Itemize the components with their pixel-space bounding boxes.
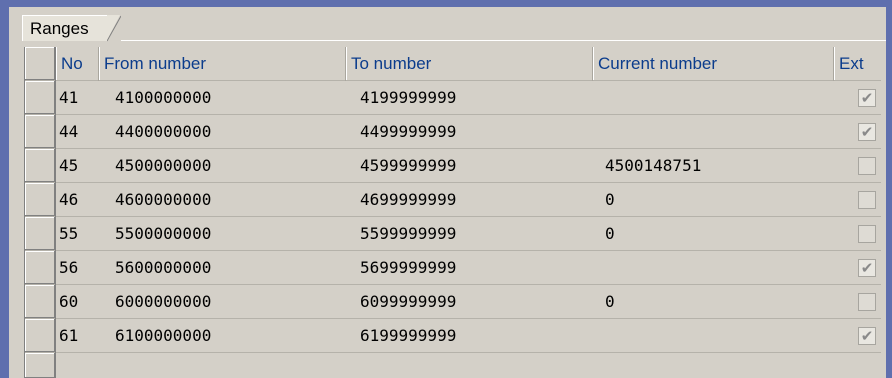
- check-icon: ✔: [860, 123, 874, 141]
- window-top-border: [0, 0, 892, 7]
- cell-to-number[interactable]: 4499999999: [360, 115, 456, 148]
- column-header-to-number[interactable]: To number: [346, 47, 592, 80]
- ext-checkbox[interactable]: [858, 293, 876, 311]
- cell-to-number[interactable]: 4599999999: [360, 149, 456, 182]
- cell-from-number[interactable]: 4400000000: [115, 115, 211, 148]
- ext-checkbox[interactable]: ✔: [858, 123, 876, 141]
- cell-no[interactable]: 61: [59, 319, 78, 352]
- column-header-ext[interactable]: Ext: [834, 47, 881, 80]
- cell-to-number[interactable]: 6099999999: [360, 285, 456, 318]
- range-window: Ranges No From number To number Current …: [0, 0, 892, 378]
- row-selector[interactable]: [25, 251, 55, 284]
- row-selector[interactable]: [25, 115, 55, 148]
- row-selector[interactable]: [25, 285, 55, 318]
- row-selector[interactable]: [25, 353, 55, 378]
- row-selector[interactable]: [25, 149, 55, 182]
- cell-to-number[interactable]: 6199999999: [360, 319, 456, 352]
- tab-edge: [107, 15, 121, 42]
- ext-checkbox[interactable]: ✔: [858, 259, 876, 277]
- select-all-button[interactable]: [25, 47, 55, 80]
- row-selector[interactable]: [25, 81, 55, 114]
- cell-current-number[interactable]: 4500148751: [605, 149, 701, 182]
- cell-from-number[interactable]: 6100000000: [115, 319, 211, 352]
- cell-no[interactable]: 56: [59, 251, 78, 284]
- check-icon: ✔: [860, 89, 874, 107]
- cell-no[interactable]: 46: [59, 183, 78, 216]
- row-selector[interactable]: [25, 217, 55, 250]
- check-icon: ✔: [860, 327, 874, 345]
- cell-to-number[interactable]: 4199999999: [360, 81, 456, 114]
- cell-current-number[interactable]: 0: [605, 217, 615, 250]
- ext-checkbox[interactable]: [858, 225, 876, 243]
- tab-ranges[interactable]: Ranges: [22, 15, 108, 41]
- ext-checkbox[interactable]: ✔: [858, 89, 876, 107]
- cell-from-number[interactable]: 6000000000: [115, 285, 211, 318]
- table-row[interactable]: 55 5500000000 5599999999 0: [25, 217, 881, 251]
- empty-row: [25, 353, 881, 378]
- cell-current-number[interactable]: 0: [605, 183, 615, 216]
- column-header-current-number[interactable]: Current number: [593, 47, 833, 80]
- grid-line: [592, 47, 593, 81]
- ranges-table: No From number To number Current number …: [24, 47, 881, 378]
- ranges-panel: Ranges No From number To number Current …: [9, 7, 886, 378]
- window-left-border: [0, 0, 9, 378]
- grid-line: [98, 47, 99, 81]
- column-header-no[interactable]: No: [56, 47, 98, 80]
- cell-to-number[interactable]: 5699999999: [360, 251, 456, 284]
- cell-no[interactable]: 45: [59, 149, 78, 182]
- table-row[interactable]: 46 4600000000 4699999999 0: [25, 183, 881, 217]
- ext-checkbox[interactable]: ✔: [858, 327, 876, 345]
- table-row[interactable]: 56 5600000000 5699999999 ✔: [25, 251, 881, 285]
- tab-baseline: [121, 40, 886, 41]
- cell-no[interactable]: 55: [59, 217, 78, 250]
- cell-from-number[interactable]: 4500000000: [115, 149, 211, 182]
- cell-from-number[interactable]: 5500000000: [115, 217, 211, 250]
- cell-to-number[interactable]: 4699999999: [360, 183, 456, 216]
- cell-no[interactable]: 44: [59, 115, 78, 148]
- check-icon: ✔: [860, 259, 874, 277]
- cell-from-number[interactable]: 5600000000: [115, 251, 211, 284]
- cell-from-number[interactable]: 4600000000: [115, 183, 211, 216]
- cell-no[interactable]: 60: [59, 285, 78, 318]
- grid-line: [345, 47, 346, 81]
- table-row[interactable]: 45 4500000000 4599999999 4500148751: [25, 149, 881, 183]
- cell-current-number[interactable]: 0: [605, 285, 615, 318]
- table-header: No From number To number Current number …: [25, 47, 881, 81]
- table-row[interactable]: 61 6100000000 6199999999 ✔: [25, 319, 881, 353]
- row-selector[interactable]: [25, 319, 55, 352]
- cell-to-number[interactable]: 5599999999: [360, 217, 456, 250]
- cell-no[interactable]: 41: [59, 81, 78, 114]
- row-selector[interactable]: [25, 183, 55, 216]
- grid-line: [833, 47, 834, 81]
- table-row[interactable]: 60 6000000000 6099999999 0: [25, 285, 881, 319]
- ext-checkbox[interactable]: [858, 191, 876, 209]
- ext-checkbox[interactable]: [858, 157, 876, 175]
- tab-strip: Ranges: [9, 7, 886, 42]
- column-header-from-number[interactable]: From number: [99, 47, 345, 80]
- table-row[interactable]: 44 4400000000 4499999999 ✔: [25, 115, 881, 149]
- window-right-border: [886, 0, 892, 378]
- table-row[interactable]: 41 4100000000 4199999999 ✔: [25, 81, 881, 115]
- grid-line: [55, 47, 56, 378]
- cell-from-number[interactable]: 4100000000: [115, 81, 211, 114]
